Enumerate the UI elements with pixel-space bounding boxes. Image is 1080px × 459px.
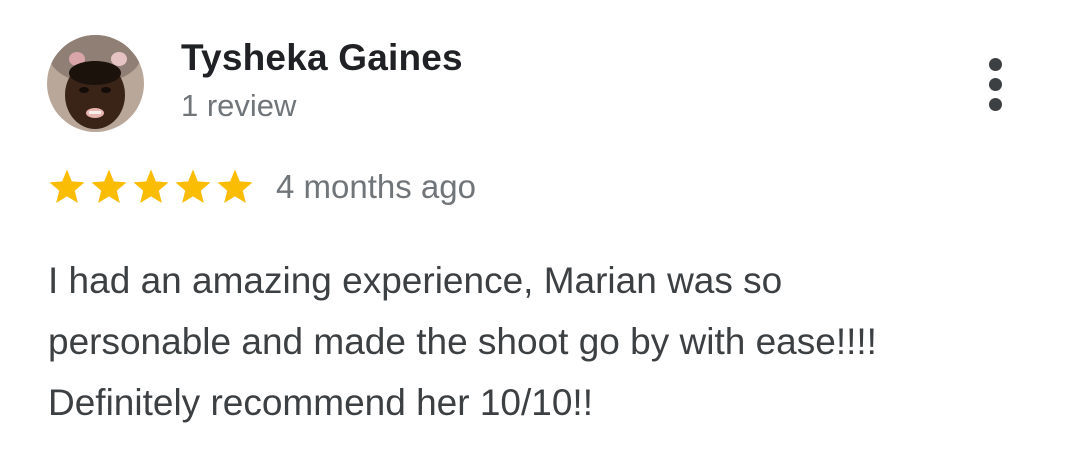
review-text: I had an amazing experience, Marian was …: [48, 250, 1048, 433]
star-filled-icon: [175, 169, 211, 203]
review-time: 4 months ago: [276, 168, 476, 205]
more-vert-icon-dot: [989, 58, 1002, 71]
star-filled-icon: [49, 169, 85, 203]
star-filled-icon: [133, 169, 169, 203]
review-text-line: I had an amazing experience, Marian was …: [48, 260, 783, 301]
review-text-line: Definitely recommend her 10/10!!: [48, 382, 593, 423]
more-options-button[interactable]: [975, 55, 1017, 115]
reviewer-avatar[interactable]: [47, 35, 144, 132]
star-filled-icon: [91, 169, 127, 203]
more-vert-icon-dot: [989, 78, 1002, 91]
reviewer-review-count: 1 review: [181, 88, 297, 123]
avatar-photo: [47, 35, 144, 132]
more-vert-icon-dot: [989, 98, 1002, 111]
star-filled-icon: [217, 169, 253, 203]
reviewer-name[interactable]: Tysheka Gaines: [181, 37, 463, 79]
star-rating: [47, 167, 255, 207]
review-text-line: personable and made the shoot go by with…: [48, 321, 877, 362]
review-card: Tysheka Gaines 1 review 4 months ago I h…: [0, 0, 1080, 459]
